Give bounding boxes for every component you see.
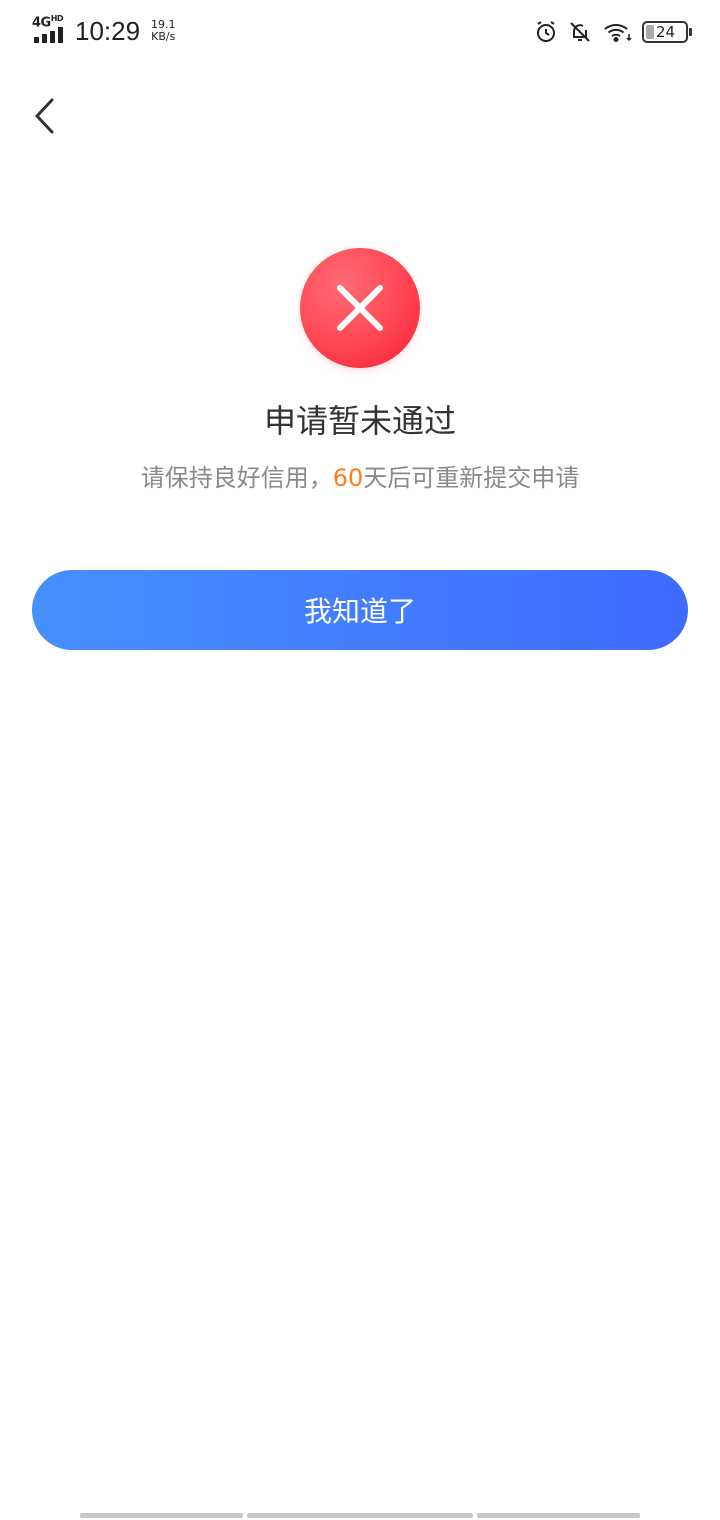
screen: 4GHD 10:29 19.1 KB/s 24 申请暂未通过 请保持良好信用，6… bbox=[0, 0, 720, 1520]
signal-icon bbox=[34, 27, 63, 43]
speed-unit: KB/s bbox=[151, 30, 176, 43]
result-title: 申请暂未通过 bbox=[263, 402, 456, 440]
close-icon bbox=[337, 285, 383, 331]
confirm-button[interactable]: 我知道了 bbox=[32, 570, 688, 650]
result-subtitle: 请保持良好信用，60天后可重新提交申请 bbox=[0, 458, 720, 493]
chevron-left-icon bbox=[35, 98, 54, 134]
battery-icon: 24 bbox=[642, 21, 692, 43]
back-button[interactable] bbox=[22, 92, 66, 140]
error-badge bbox=[300, 248, 420, 368]
nav-hint-right[interactable] bbox=[477, 1513, 640, 1518]
battery-level bbox=[646, 25, 654, 39]
status-icons: 24 bbox=[534, 18, 692, 46]
nav-hint-center[interactable] bbox=[247, 1513, 473, 1518]
wifi-icon bbox=[604, 24, 632, 42]
status-time: 10:29 bbox=[75, 16, 141, 46]
network-speed: 19.1 KB/s bbox=[151, 19, 176, 43]
nav-hint-left[interactable] bbox=[80, 1513, 243, 1518]
subtitle-suffix: 天后可重新提交申请 bbox=[363, 464, 580, 492]
alarm-icon bbox=[537, 21, 555, 42]
status-bar: 4GHD 10:29 19.1 KB/s 24 bbox=[0, 0, 720, 66]
battery-percent: 24 bbox=[656, 23, 676, 41]
bell-off-icon bbox=[570, 22, 590, 42]
retry-days: 60 bbox=[332, 464, 364, 492]
subtitle-prefix: 请保持良好信用， bbox=[140, 464, 333, 492]
